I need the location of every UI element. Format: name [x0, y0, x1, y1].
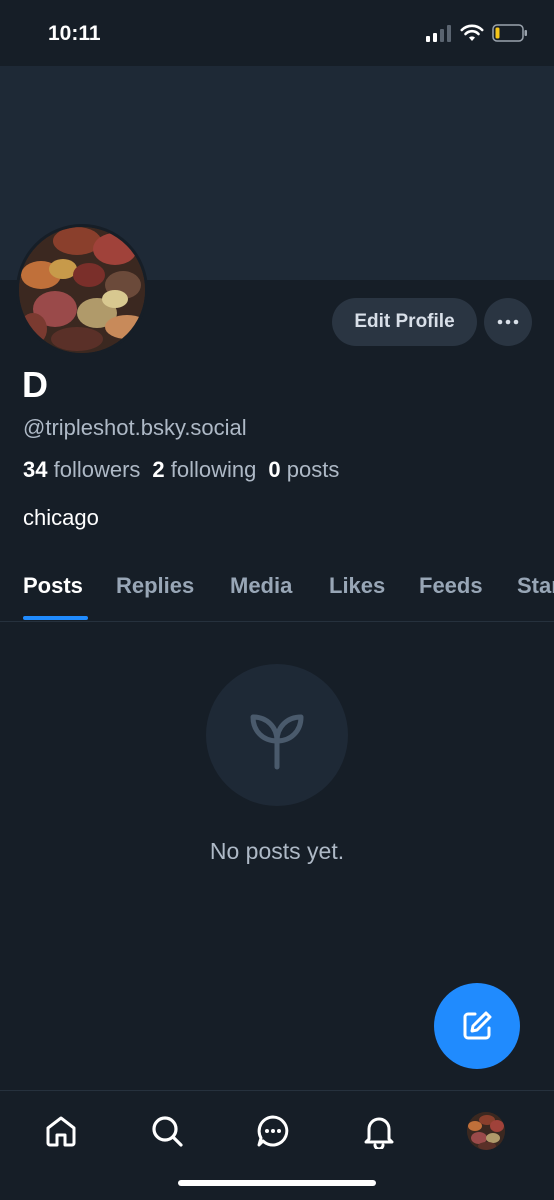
- status-icons: [426, 24, 528, 42]
- wifi-icon: [460, 24, 484, 41]
- active-tab-indicator: [23, 616, 88, 620]
- bell-icon: [364, 1117, 394, 1149]
- tab-starter-packs[interactable]: Starter Packs: [517, 573, 554, 599]
- profile-bio: chicago: [23, 505, 99, 530]
- compose-icon: [463, 1011, 492, 1040]
- nav-profile-avatar: [467, 1112, 505, 1150]
- nav-search[interactable]: [145, 1109, 189, 1153]
- tab-likes[interactable]: Likes: [329, 573, 385, 599]
- display-name: D: [22, 364, 48, 405]
- status-bar: 10:11: [0, 0, 554, 66]
- following-stat[interactable]: 2 following: [152, 457, 256, 483]
- tab-media[interactable]: Media: [230, 573, 292, 599]
- empty-state-icon-circle: [206, 664, 348, 806]
- profile-avatar[interactable]: [16, 224, 148, 356]
- posts-stat: 0 posts: [268, 457, 339, 483]
- chat-icon: [257, 1115, 289, 1147]
- battery-icon: [492, 24, 527, 42]
- following-count: 2: [152, 457, 165, 482]
- nav-profile[interactable]: [464, 1109, 508, 1153]
- following-label: following: [170, 457, 257, 482]
- posts-count: 0: [268, 457, 281, 482]
- home-icon: [46, 1116, 76, 1147]
- followers-count: 34: [23, 457, 48, 482]
- tab-replies[interactable]: Replies: [116, 573, 194, 599]
- home-indicator[interactable]: [178, 1180, 376, 1186]
- followers-stat[interactable]: 34 followers: [23, 457, 140, 483]
- empty-state-text: No posts yet.: [209, 838, 345, 864]
- profile-handle: @tripleshot.bsky.social: [23, 415, 247, 440]
- nav-home[interactable]: [39, 1109, 83, 1153]
- ellipsis-icon: [497, 319, 519, 325]
- sprout-icon: [250, 714, 304, 770]
- signal-icon: [426, 25, 451, 42]
- more-options-button[interactable]: [484, 298, 532, 346]
- status-time: 10:11: [48, 22, 101, 45]
- nav-notifications[interactable]: [357, 1109, 401, 1153]
- followers-label: followers: [53, 457, 141, 482]
- compose-post-button[interactable]: [434, 983, 520, 1069]
- tab-feeds[interactable]: Feeds: [419, 573, 483, 599]
- posts-label: posts: [286, 457, 340, 482]
- profile-tabs: Posts Replies Media Likes Feeds Starter …: [0, 556, 554, 622]
- avatar-thumbnail: [467, 1112, 505, 1150]
- avatar-image: [19, 227, 145, 353]
- profile-stats: 34 followers 2 following 0 posts: [23, 457, 339, 483]
- search-icon: [152, 1116, 183, 1147]
- nav-chat[interactable]: [251, 1109, 295, 1153]
- edit-profile-button[interactable]: Edit Profile: [332, 298, 477, 346]
- tab-posts[interactable]: Posts: [23, 573, 83, 599]
